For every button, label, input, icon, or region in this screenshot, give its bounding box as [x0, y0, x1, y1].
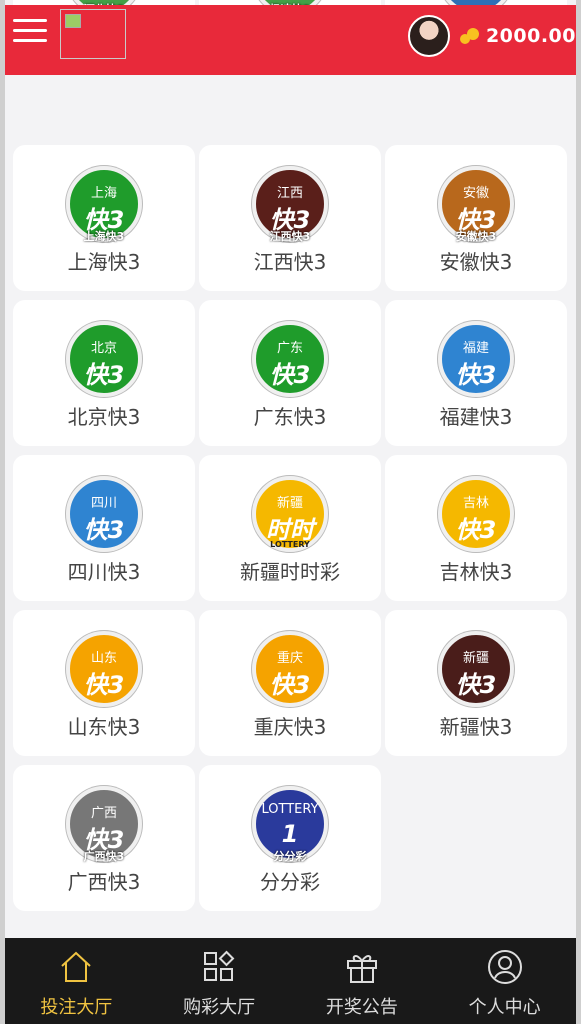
- game-label: 广西快3: [67, 870, 141, 894]
- lottery-logo-icon: 山东快3: [66, 631, 142, 707]
- user-balance-area[interactable]: 2000.00: [407, 15, 576, 57]
- logo-region-text: 江西: [276, 186, 303, 201]
- lottery-logo-icon: 广东快3: [252, 321, 328, 397]
- game-label: 上海快3: [67, 250, 141, 274]
- lottery-logo-icon: 安徽 快3 安徽快3: [438, 166, 514, 243]
- game-card[interactable]: 重庆 快3 重庆快3: [199, 610, 381, 756]
- logo-region-text: 吉林: [462, 496, 489, 511]
- game-label: 吉林快3: [439, 560, 513, 584]
- logo-region-text: 福建: [462, 341, 489, 356]
- game-card[interactable]: 新疆 快3 新疆快3: [385, 610, 567, 756]
- logo-sub-text: LOTTERY: [270, 540, 310, 549]
- tab-label: 开奖公告: [325, 997, 398, 1018]
- tab-grid[interactable]: 购彩大厅: [148, 938, 291, 1024]
- gift-icon: [343, 948, 381, 986]
- logo-ribbon-text: 分分彩: [273, 850, 307, 863]
- logo-region-text: 新疆: [276, 496, 303, 511]
- game-card[interactable]: 上海 快3 上海快3 上海快3: [13, 145, 195, 291]
- home-icon: [57, 948, 95, 986]
- logo-mark-text: 快3: [269, 361, 311, 389]
- logo-mark-text: 快3: [83, 361, 125, 389]
- tab-label: 个人中心: [468, 997, 541, 1018]
- lottery-logo-icon: 四川快3: [66, 476, 142, 552]
- logo-ribbon-text: 上海快3: [83, 230, 125, 243]
- balance-amount: 2000.00: [485, 25, 576, 47]
- logo-mark-text: 快3: [269, 671, 311, 699]
- tab-label: 投注大厅: [40, 997, 113, 1018]
- lottery-logo-icon: 新疆 时时彩 LOTTERY: [252, 476, 328, 579]
- game-label: 分分彩: [260, 870, 320, 894]
- game-card[interactable]: 北京 快3 北京快3: [13, 300, 195, 446]
- lottery-logo-icon: 福建快3: [438, 321, 514, 397]
- logo-region-text: 广西: [90, 806, 117, 821]
- bottom-tab-bar: 投注大厅 购彩大厅 开奖公告 个人中心: [5, 938, 576, 1024]
- game-card[interactable]: 广东 快3 广东快3: [199, 300, 381, 446]
- lottery-logo-icon: 北京快3: [66, 321, 142, 397]
- menu-icon[interactable]: [13, 19, 47, 47]
- game-label: 重庆快3: [253, 715, 327, 739]
- broken-logo-image: [60, 9, 126, 59]
- game-card[interactable]: 广西 快3 广西快3 广西快3: [13, 765, 195, 911]
- logo-mark-text: 快3: [83, 671, 125, 699]
- frame-left: [0, 0, 5, 1024]
- tab-home[interactable]: 投注大厅: [5, 938, 148, 1024]
- logo-ribbon-text: 安徽快3: [455, 230, 497, 243]
- logo-mark-text: 快3: [455, 516, 497, 544]
- logo-mark-text: 快3: [83, 516, 125, 544]
- logo-ribbon-text: 广西快3: [83, 850, 125, 863]
- game-card[interactable]: LOTTERY 1 分分彩 分分彩: [199, 765, 381, 911]
- game-label: 新疆时时彩: [240, 560, 340, 584]
- logo-region-text: 广东: [276, 341, 303, 356]
- logo-mark-text: 快3: [455, 671, 497, 699]
- lottery-logo-icon: 新疆快3: [438, 631, 514, 707]
- game-card[interactable]: 江西 快3 江西快3 江西快3: [199, 145, 381, 291]
- lottery-logo-icon: 上海 快3 上海快3: [66, 166, 142, 243]
- lottery-logo-icon: 吉林快3: [438, 476, 514, 552]
- game-card[interactable]: 山东 快3 山东快3: [13, 610, 195, 756]
- game-label: 广东快3: [253, 405, 327, 429]
- lottery-logo-icon: 广西 快3 广西快3: [66, 786, 142, 863]
- logo-region-text: 上海: [90, 186, 117, 201]
- grid-icon: [200, 948, 238, 986]
- game-card[interactable]: 四川 快3 四川快3: [13, 455, 195, 601]
- logo-region-text: 安徽: [462, 186, 489, 201]
- frame-right: [576, 0, 581, 1024]
- avatar[interactable]: [407, 15, 450, 57]
- tab-label: 购彩大厅: [183, 997, 256, 1018]
- lottery-logo-icon: 重庆快3: [252, 631, 328, 707]
- logo-mark-text: 快3: [455, 361, 497, 389]
- logo-mark-text: 1: [281, 820, 299, 848]
- coins-icon: [459, 26, 480, 46]
- game-label: 江西快3: [253, 250, 327, 274]
- game-label: 北京快3: [67, 405, 141, 429]
- tab-user[interactable]: 个人中心: [433, 938, 576, 1024]
- game-label: 福建快3: [439, 405, 513, 429]
- game-label: 安徽快3: [439, 250, 513, 274]
- logo-region-text: 重庆: [276, 651, 303, 666]
- tab-gift[interactable]: 开奖公告: [291, 938, 434, 1024]
- lottery-logo-icon: LOTTERY 1 分分彩: [252, 786, 328, 863]
- logo-region-text: 四川: [90, 496, 117, 511]
- top-header: 2000.00: [5, 5, 576, 75]
- user-icon: [486, 948, 524, 986]
- game-card[interactable]: 安徽 快3 安徽快3 安徽快3: [385, 145, 567, 291]
- game-card[interactable]: 吉林 快3 吉林快3: [385, 455, 567, 601]
- game-label: 山东快3: [67, 715, 141, 739]
- lottery-logo-icon: 江西 快3 江西快3: [252, 166, 328, 243]
- game-card[interactable]: 福建 快3 福建快3: [385, 300, 567, 446]
- game-label: 四川快3: [67, 560, 141, 584]
- logo-region-text: LOTTERY: [261, 802, 319, 817]
- game-card[interactable]: 新疆 时时彩 LOTTERY 新疆时时彩: [199, 455, 381, 601]
- game-label: 新疆快3: [439, 715, 513, 739]
- logo-ribbon-text: 江西快3: [269, 230, 311, 243]
- logo-region-text: 山东: [90, 651, 117, 666]
- logo-region-text: 新疆: [462, 651, 489, 666]
- logo-region-text: 北京: [90, 341, 117, 356]
